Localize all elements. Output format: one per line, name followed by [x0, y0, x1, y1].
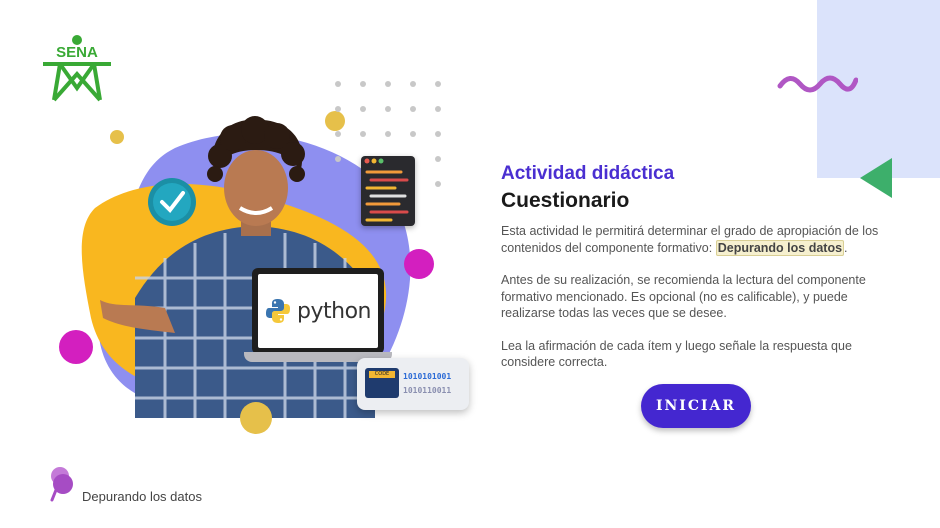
activity-intro: Actividad didáctica Cuestionario Esta ac…: [501, 160, 881, 371]
binary-line-1: 1010101001: [403, 372, 452, 381]
code-label: CODE: [369, 371, 395, 378]
activity-title: Cuestionario: [501, 189, 630, 212]
code-window-graphic: [361, 156, 415, 226]
python-wordmark: python: [297, 298, 371, 324]
start-button[interactable]: INICIAR: [641, 384, 751, 428]
push-pin-icon: [50, 467, 73, 502]
logo-text: SENA: [56, 44, 98, 61]
instructions-paragraph: Lea la afirmación de cada ítem y luego s…: [501, 338, 852, 370]
recommendation-paragraph: Antes de su realización, se recomienda l…: [501, 273, 866, 320]
activity-label: Actividad didáctica: [501, 163, 675, 184]
intro-paragraph: Esta actividad le permitirá determinar e…: [501, 223, 881, 256]
footer-component-name: Depurando los datos: [82, 489, 202, 504]
code-monitor-icon: CODE: [365, 368, 399, 398]
binary-line-2: 1010110011: [403, 386, 452, 395]
laptop-screen: python: [258, 274, 378, 348]
laptop-graphic: python: [252, 268, 384, 354]
decorative-wave: [777, 75, 858, 93]
intro-period: .: [844, 240, 848, 255]
component-name-highlight: Depurando los datos: [715, 239, 845, 256]
binary-code-card: CODE 1010101001 1010110011: [357, 358, 469, 410]
python-logo-icon: [266, 299, 291, 323]
